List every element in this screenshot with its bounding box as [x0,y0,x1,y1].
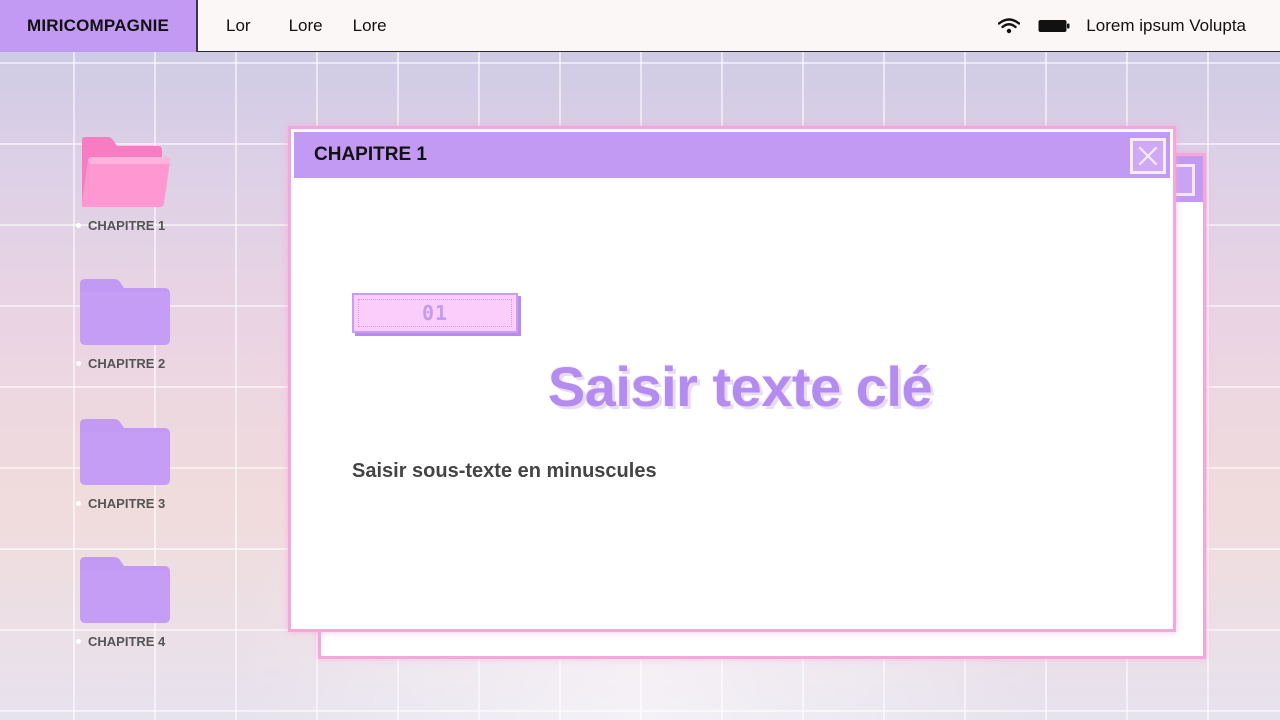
folder-label: CHAPITRE 3 [88,496,166,511]
window-titlebar: CHAPITRE 1 [294,132,1170,178]
close-button[interactable] [1130,138,1166,174]
battery-icon[interactable] [1038,19,1070,33]
folder-open-icon [81,137,171,207]
folder-chapitre-1[interactable]: CHAPITRE 1 [76,136,176,233]
bullet-dot [76,361,81,366]
bullet-dot [76,501,81,506]
status-area: Lorem ipsum Volupta [998,16,1280,36]
folder-label: CHAPITRE 1 [88,218,166,233]
chapter-number: 01 [421,301,449,325]
close-icon [1138,146,1158,166]
wifi-icon[interactable] [998,17,1021,34]
folder-label: CHAPITRE 2 [88,356,166,371]
chapter-number-badge: 01 [352,293,518,333]
headline: Saisir texte clé [547,355,933,418]
brand-logo[interactable]: MIRICOMPAGNIE [0,0,198,52]
status-label[interactable]: Lorem ipsum Volupta [1086,16,1246,36]
folder-label: CHAPITRE 4 [88,634,166,649]
subtext: Saisir sous-texte en minuscules [352,460,657,482]
folder-chapitre-2[interactable]: CHAPITRE 2 [76,278,176,371]
window-title: CHAPITRE 1 [314,144,427,165]
bullet-dot [76,639,81,644]
main-window: CHAPITRE 1 01 Saisir texte clé Saisir so… [288,126,1176,632]
menu-item-3[interactable]: Lore [353,16,387,36]
folder-icon [80,279,170,345]
menu-item-1[interactable]: Lor [226,16,251,36]
menu-bar: MIRICOMPAGNIE Lor Lore Lore Lorem ipsum … [0,0,1280,52]
folder-chapitre-3[interactable]: CHAPITRE 3 [76,418,176,511]
bullet-dot [76,223,81,228]
folder-icon [80,419,170,485]
folder-chapitre-4[interactable]: CHAPITRE 4 [76,556,176,649]
folder-icon [80,557,170,623]
menu-item-2[interactable]: Lore [289,16,323,36]
